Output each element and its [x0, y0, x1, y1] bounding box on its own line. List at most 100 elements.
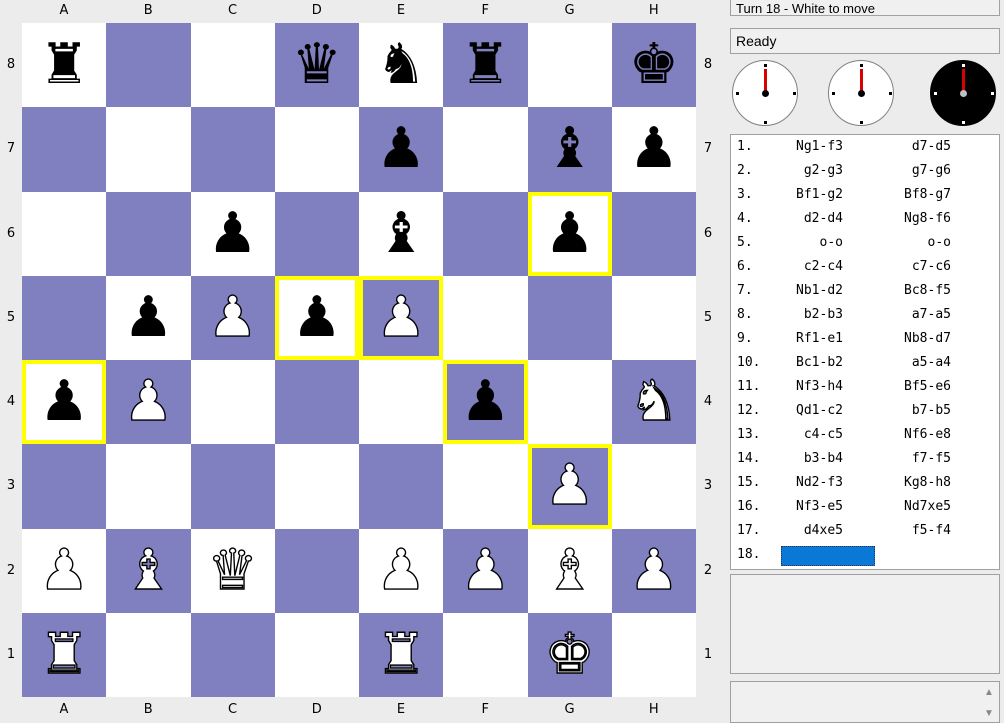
- black-pawn-icon[interactable]: ♟: [545, 205, 595, 262]
- white-rook-icon[interactable]: ♜: [38, 626, 90, 683]
- square-d8[interactable]: ♛: [274, 23, 359, 108]
- square-a2[interactable]: ♟: [22, 528, 107, 613]
- square-b1[interactable]: [106, 612, 191, 697]
- white-pawn-icon[interactable]: ♟: [628, 541, 680, 598]
- black-pawn-icon[interactable]: ♟: [376, 121, 426, 177]
- black-pawn-icon[interactable]: ♟: [629, 121, 679, 177]
- move-row[interactable]: 17. d4xe5 f5-f4: [731, 519, 999, 543]
- white-bishop-icon[interactable]: ♝: [123, 541, 175, 598]
- square-a8[interactable]: ♜: [22, 23, 107, 108]
- square-g5[interactable]: [527, 275, 612, 360]
- square-d5[interactable]: ♟: [274, 275, 359, 360]
- square-e8[interactable]: ♞: [359, 23, 444, 108]
- message-box[interactable]: ▲ ▼: [730, 681, 1000, 723]
- white-queen-icon[interactable]: ♛: [207, 541, 259, 598]
- square-f1[interactable]: [443, 612, 528, 697]
- white-rook-icon[interactable]: ♜: [375, 626, 427, 683]
- square-d6[interactable]: [274, 191, 359, 276]
- square-g6[interactable]: ♟: [527, 191, 612, 276]
- white-pawn-icon[interactable]: ♟: [544, 457, 596, 514]
- square-b7[interactable]: [106, 107, 191, 192]
- white-bishop-icon[interactable]: ♝: [544, 541, 596, 598]
- move-row[interactable]: 12. Qd1-c2 b7-b5: [731, 399, 999, 423]
- square-f2[interactable]: ♟: [443, 528, 528, 613]
- square-b2[interactable]: ♝: [106, 528, 191, 613]
- square-f4[interactable]: ♟: [443, 360, 528, 445]
- square-e1[interactable]: ♜: [359, 612, 444, 697]
- square-h4[interactable]: ♞: [611, 360, 696, 445]
- move-row[interactable]: 11. Nf3-h4 Bf5-e6: [731, 375, 999, 399]
- square-d4[interactable]: [274, 360, 359, 445]
- move-row[interactable]: 10. Bc1-b2 a5-a4: [731, 351, 999, 375]
- square-e6[interactable]: ♝: [359, 191, 444, 276]
- square-e2[interactable]: ♟: [359, 528, 444, 613]
- square-g7[interactable]: ♝: [527, 107, 612, 192]
- square-c7[interactable]: [190, 107, 275, 192]
- square-h3[interactable]: [611, 444, 696, 529]
- square-e4[interactable]: [359, 360, 444, 445]
- square-f6[interactable]: [443, 191, 528, 276]
- move-row[interactable]: 3. Bf1-g2 Bf8-g7: [731, 183, 999, 207]
- move-row[interactable]: 16. Nf3-e5 Nd7xe5: [731, 495, 999, 519]
- black-rook-icon[interactable]: ♜: [39, 37, 89, 93]
- square-d1[interactable]: [274, 612, 359, 697]
- square-f5[interactable]: [443, 275, 528, 360]
- black-bishop-icon[interactable]: ♝: [376, 205, 426, 262]
- square-a1[interactable]: ♜: [22, 612, 107, 697]
- white-pawn-icon[interactable]: ♟: [375, 289, 427, 346]
- square-g3[interactable]: ♟: [527, 444, 612, 529]
- square-h7[interactable]: ♟: [611, 107, 696, 192]
- square-c1[interactable]: [190, 612, 275, 697]
- square-g8[interactable]: [527, 23, 612, 108]
- square-g4[interactable]: [527, 360, 612, 445]
- black-pawn-icon[interactable]: ♟: [292, 289, 342, 346]
- square-g2[interactable]: ♝: [527, 528, 612, 613]
- square-g1[interactable]: ♚: [527, 612, 612, 697]
- move-row[interactable]: 7. Nb1-d2 Bc8-f5: [731, 279, 999, 303]
- square-d2[interactable]: [274, 528, 359, 613]
- white-pawn-icon[interactable]: ♟: [375, 541, 427, 598]
- current-move-input[interactable]: [781, 546, 875, 566]
- white-pawn-icon[interactable]: ♟: [460, 541, 512, 598]
- white-king-icon[interactable]: ♚: [544, 626, 596, 683]
- square-h2[interactable]: ♟: [611, 528, 696, 613]
- square-a5[interactable]: [22, 275, 107, 360]
- black-queen-icon[interactable]: ♛: [292, 37, 342, 93]
- square-h8[interactable]: ♚: [611, 23, 696, 108]
- black-bishop-icon[interactable]: ♝: [545, 121, 595, 177]
- black-pawn-icon[interactable]: ♟: [39, 374, 89, 430]
- square-h6[interactable]: [611, 191, 696, 276]
- move-list[interactable]: 1. Ng1-f3 d7-d5 2. g2-g3 g7-g6 3. Bf1-g2 Bf8-g7 4…: [730, 134, 1000, 570]
- scroll-down-icon[interactable]: ▼: [981, 706, 997, 722]
- square-f3[interactable]: [443, 444, 528, 529]
- move-row[interactable]: 18.: [731, 543, 999, 567]
- move-row[interactable]: 13. c4-c5 Nf6-e8: [731, 423, 999, 447]
- square-a6[interactable]: [22, 191, 107, 276]
- square-e5[interactable]: ♟: [359, 275, 444, 360]
- white-pawn-icon[interactable]: ♟: [207, 289, 259, 346]
- square-c2[interactable]: ♛: [190, 528, 275, 613]
- square-b4[interactable]: ♟: [106, 360, 191, 445]
- white-knight-icon[interactable]: ♞: [628, 373, 680, 430]
- black-pawn-icon[interactable]: ♟: [123, 289, 173, 346]
- black-knight-icon[interactable]: ♞: [376, 37, 426, 93]
- move-row[interactable]: 1. Ng1-f3 d7-d5: [731, 135, 999, 159]
- square-c6[interactable]: ♟: [190, 191, 275, 276]
- move-row[interactable]: 15. Nd2-f3 Kg8-h8: [731, 471, 999, 495]
- square-a7[interactable]: [22, 107, 107, 192]
- black-king-icon[interactable]: ♚: [629, 37, 679, 93]
- square-b5[interactable]: ♟: [106, 275, 191, 360]
- square-e3[interactable]: [359, 444, 444, 529]
- chess-board[interactable]: ♜ ♛ ♞ ♜ ♚ ♟ ♝ ♟ ♟ ♝ ♟ ♟ ♟ ♟ ♟ ♟ ♟ ♟ ♞ ♟ ♟ ♝ ♛ ♟ ♟ ♝ ♟ ♜ ♜ ♚: [22, 23, 696, 697]
- black-pawn-icon[interactable]: ♟: [460, 374, 510, 430]
- square-a4[interactable]: ♟: [22, 360, 107, 445]
- square-h5[interactable]: [611, 275, 696, 360]
- square-e7[interactable]: ♟: [359, 107, 444, 192]
- white-pawn-icon[interactable]: ♟: [38, 541, 90, 598]
- move-row[interactable]: 8. b2-b3 a7-a5: [731, 303, 999, 327]
- square-b6[interactable]: [106, 191, 191, 276]
- white-pawn-icon[interactable]: ♟: [123, 373, 175, 430]
- square-b8[interactable]: [106, 23, 191, 108]
- move-row[interactable]: 14. b3-b4 f7-f5: [731, 447, 999, 471]
- scroll-up-icon[interactable]: ▲: [981, 685, 997, 701]
